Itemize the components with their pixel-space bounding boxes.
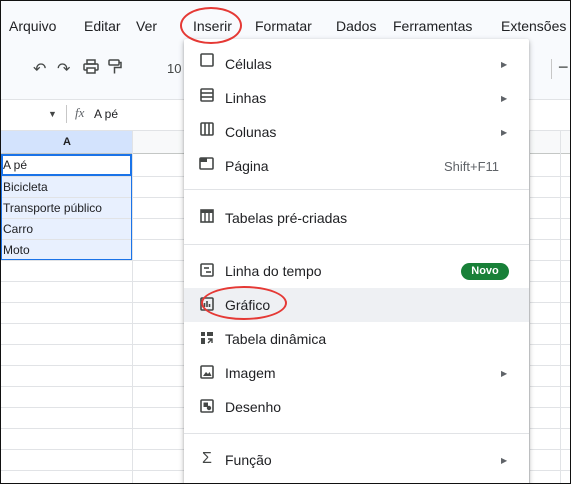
minus-icon[interactable]: − bbox=[558, 57, 569, 78]
fx-icon: fx bbox=[75, 105, 85, 120]
image-icon bbox=[199, 365, 215, 383]
toolbar-divider bbox=[551, 59, 552, 79]
annotation-circle-grafico bbox=[201, 286, 287, 320]
new-badge: Novo bbox=[461, 263, 509, 280]
shortcut-text: Shift+F11 bbox=[444, 159, 500, 174]
menu-item-label: Linhas bbox=[225, 90, 267, 106]
menu-arquivo[interactable]: Arquivo bbox=[9, 18, 56, 34]
columns-icon bbox=[199, 122, 215, 140]
menu-item-label: Imagem bbox=[225, 365, 276, 381]
submenu-arrow-icon: ▶ bbox=[501, 369, 508, 378]
submenu-arrow-icon: ▶ bbox=[501, 456, 508, 465]
menu-item-label: Tabela dinâmica bbox=[225, 331, 327, 347]
formula-value[interactable]: A pé bbox=[94, 107, 118, 121]
menu-item-label: Função bbox=[225, 452, 272, 468]
menu-item-label: Desenho bbox=[225, 399, 282, 415]
spreadsheet-window: Arquivo Editar Ver Inserir Formatar Dado… bbox=[0, 0, 571, 484]
pivot-table-icon bbox=[199, 331, 215, 349]
menu-ver[interactable]: Ver bbox=[136, 18, 157, 34]
column-divider bbox=[529, 131, 530, 483]
submenu-arrow-icon: ▶ bbox=[501, 94, 508, 103]
column-a-header[interactable]: A bbox=[1, 131, 132, 154]
formula-divider bbox=[66, 105, 67, 123]
menu-separator bbox=[184, 433, 529, 434]
annotation-circle-inserir bbox=[180, 7, 242, 44]
menu-editar[interactable]: Editar bbox=[84, 18, 121, 34]
menu-item-label: Células bbox=[225, 56, 272, 72]
menu-separator bbox=[184, 244, 529, 245]
cell-a4[interactable]: Carro bbox=[3, 222, 33, 236]
menu-ferramentas[interactable]: Ferramentas bbox=[393, 18, 472, 34]
cells-icon bbox=[199, 53, 215, 71]
sigma-icon: Σ bbox=[202, 450, 212, 467]
print-icon[interactable] bbox=[83, 59, 99, 80]
undo-icon[interactable]: ↶ bbox=[33, 59, 46, 79]
menu-extensoes[interactable]: Extensões bbox=[501, 18, 566, 34]
name-box-dropdown-icon[interactable]: ▼ bbox=[48, 109, 57, 119]
rows-icon bbox=[199, 88, 215, 106]
column-divider bbox=[132, 131, 133, 483]
cell-a5[interactable]: Moto bbox=[3, 243, 30, 257]
drawing-icon bbox=[199, 399, 215, 417]
cell-a2[interactable]: Bicicleta bbox=[3, 180, 48, 194]
menu-item-label: Tabelas pré-criadas bbox=[225, 210, 348, 226]
zoom-level[interactable]: 10 bbox=[167, 61, 181, 76]
table-icon bbox=[199, 209, 215, 227]
paint-format-icon[interactable] bbox=[107, 59, 123, 80]
redo-icon[interactable]: ↷ bbox=[57, 59, 70, 79]
menu-formatar[interactable]: Formatar bbox=[255, 18, 312, 34]
menubar: Arquivo Editar Ver Inserir Formatar Dado… bbox=[1, 1, 570, 39]
menu-separator bbox=[184, 189, 529, 190]
column-a-label: A bbox=[63, 136, 71, 148]
timeline-icon bbox=[199, 263, 215, 281]
menu-item-label: Linha do tempo bbox=[225, 263, 322, 279]
menu-dados[interactable]: Dados bbox=[336, 18, 376, 34]
menu-item-label: Página bbox=[225, 158, 269, 174]
submenu-arrow-icon: ▶ bbox=[501, 60, 508, 69]
menu-item-label: Colunas bbox=[225, 124, 277, 140]
column-divider bbox=[560, 131, 561, 483]
cell-a1[interactable]: A pé bbox=[3, 158, 27, 172]
cell-a3[interactable]: Transporte público bbox=[3, 201, 102, 215]
sheet-icon bbox=[199, 156, 215, 174]
submenu-arrow-icon: ▶ bbox=[501, 128, 508, 137]
